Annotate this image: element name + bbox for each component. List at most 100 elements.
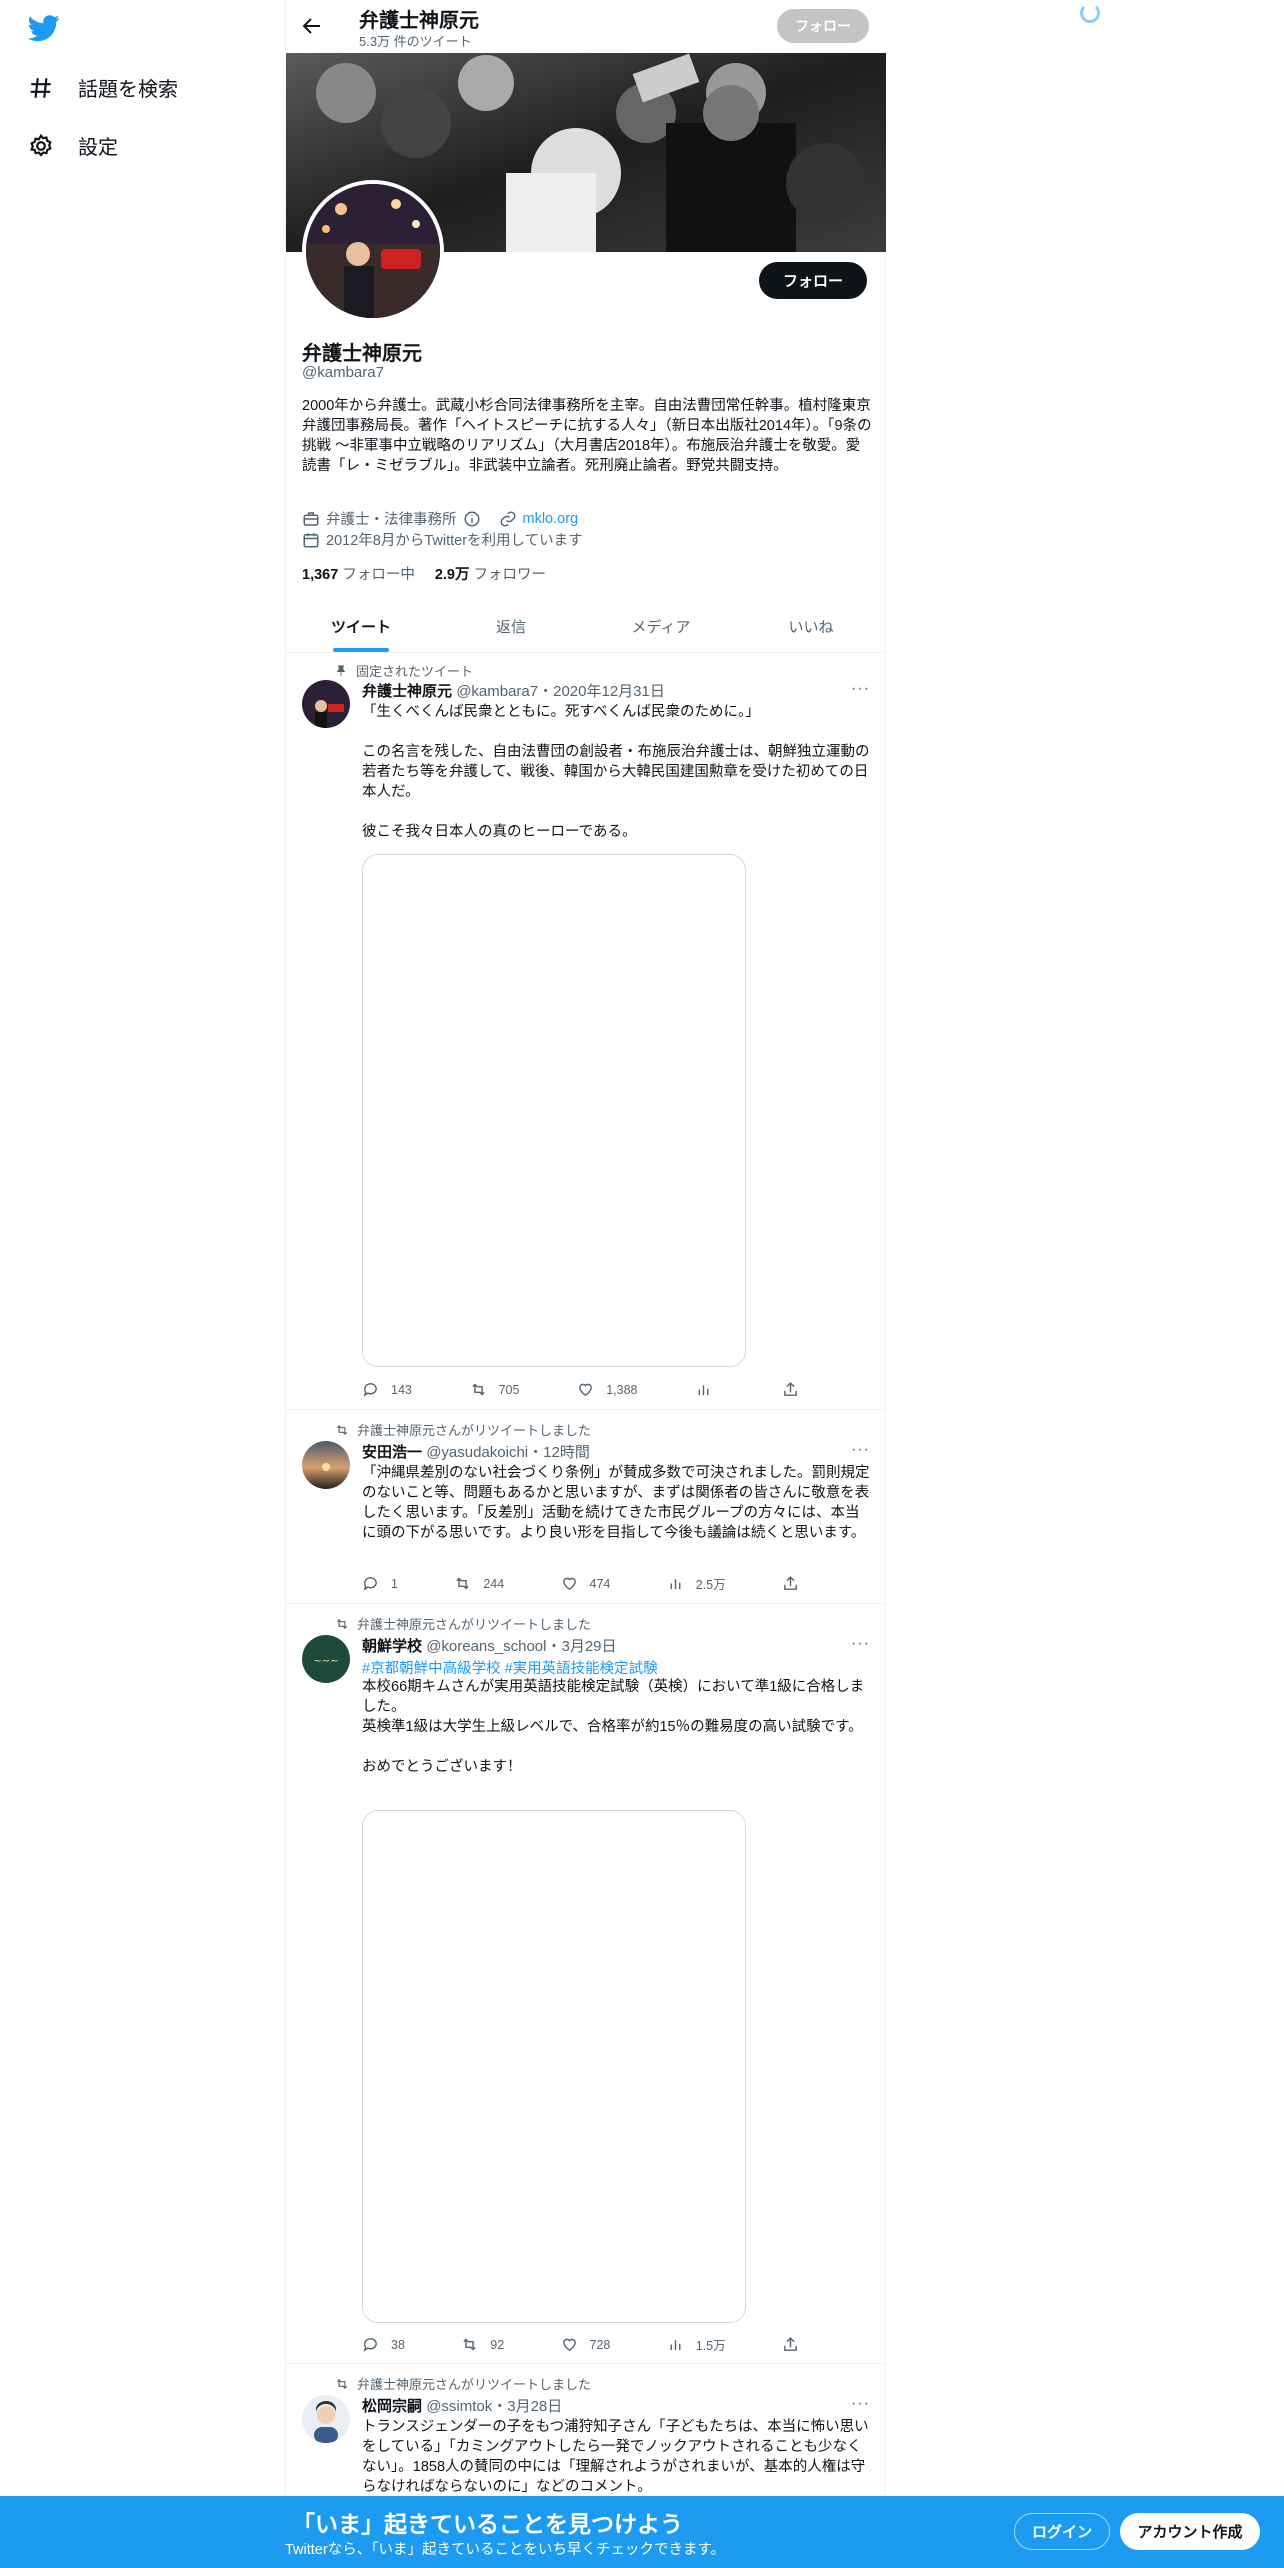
tweet-more-icon[interactable]: ··· [851, 680, 870, 698]
tweet-author-name[interactable]: 松岡宗嗣 [362, 2398, 422, 2415]
views-button[interactable] [695, 1381, 724, 1398]
retweet-small-icon [336, 1424, 348, 1435]
heart-icon [562, 2338, 576, 2352]
like-count: 474 [589, 1576, 611, 1591]
tab-tweets[interactable]: ツイート [286, 600, 436, 652]
tweet-avatar[interactable] [302, 2395, 350, 2443]
like-button[interactable]: 474 [561, 1574, 611, 1593]
svg-text:~~~: ~~~ [313, 1656, 338, 1667]
login-button[interactable]: ログイン [1014, 2513, 1110, 2550]
tweet-author-meta[interactable]: @yasudakoichi・12時間 [426, 1444, 590, 1461]
tweet-actions: 38 92 728 1.5万 [362, 2335, 802, 2354]
follow-button[interactable]: フォロー [759, 262, 867, 299]
retweet-context-label: 弁護士神原元さんがリツイートしました [357, 1423, 592, 1438]
tweet-more-icon[interactable]: ··· [851, 1635, 870, 1653]
tab-media[interactable]: メディア [586, 600, 736, 652]
retweet-button[interactable]: 705 [470, 1381, 519, 1398]
tweet-avatar[interactable] [302, 1441, 350, 1489]
like-count: 728 [589, 2337, 611, 2352]
followers-stat[interactable]: 2.9万 フォロワー [435, 563, 546, 584]
retweet-button[interactable]: 92 [461, 2335, 504, 2354]
profile-tabs: ツイート 返信 メディア いいね [286, 600, 886, 653]
following-count: 1,367 [302, 567, 339, 583]
profile-avatar[interactable] [302, 180, 444, 322]
profile-header-bar: 弁護士神原元 5.3万 件のツイート フォロー [286, 0, 886, 53]
like-button[interactable]: 728 [561, 2335, 611, 2354]
following-label: フォロー中 [342, 567, 415, 583]
share-button[interactable] [782, 2335, 802, 2354]
heart-icon [579, 1383, 593, 1397]
reply-count: 1 [391, 1576, 398, 1591]
tweet-author-name[interactable]: 弁護士神原元 [362, 683, 452, 700]
share-icon [784, 1382, 797, 1396]
tweet-actions: 1 244 474 2.5万 [362, 1574, 802, 1593]
retweet-icon [471, 1383, 485, 1396]
back-arrow-icon[interactable] [300, 14, 324, 38]
pinned-label: 固定されたツイート [356, 664, 474, 679]
views-button[interactable]: 2.5万 [667, 1574, 726, 1593]
tweet-author-name[interactable]: 安田浩一 [362, 1444, 422, 1461]
tweet-avatar[interactable] [302, 680, 350, 728]
profile-stats: 1,367 フォロー中 2.9万 フォロワー [302, 563, 546, 584]
tweet-author-meta[interactable]: @ssimtok・3月28日 [426, 2398, 562, 2415]
profile-bio: 2000年から弁護士。武蔵小杉合同法律事務所を主宰。自由法曹団常任幹事。植村隆東… [302, 398, 872, 474]
profile-website-link[interactable]: mklo.org [523, 511, 579, 527]
tweet-text: トランスジェンダーの子をもつ浦狩知子さん「子どもたちは、本当に怖い思いをしている… [362, 2419, 869, 2495]
tab-likes[interactable]: いいね [736, 600, 886, 652]
views-count: 2.5万 [695, 1578, 726, 1592]
retweet-indicator: 弁護士神原元さんがリツイートしました [335, 1420, 591, 1439]
tweet-avatar-photo: ~~~ [302, 1635, 350, 1683]
heart-icon [562, 1577, 576, 1591]
tweet-header: 弁護士神原元 @kambara7・2020年12月31日 [362, 680, 665, 701]
nav-explore[interactable]: 話題を検索 [28, 73, 178, 102]
reply-icon [363, 1577, 377, 1591]
tweet-hashtags[interactable]: #京都朝鮮中高級学校 #実用英語技能検定試験 [362, 1657, 658, 1678]
tweet-pinned[interactable]: 固定されたツイート 弁護士神原元 @kambara7・2020年12月31日 ·… [286, 653, 886, 1410]
pinned-indicator: 固定されたツイート [334, 661, 473, 680]
tweet-text: 「生くべくんば民衆とともに。死すべくんば民衆のために。」 この名言を残した、自由… [362, 704, 870, 840]
header-title: 弁護士神原元 [359, 10, 479, 32]
profile-joined-date: 2012年8月からTwitterを利用しています [326, 533, 583, 549]
following-stat[interactable]: 1,367 フォロー中 [302, 563, 415, 584]
followers-label: フォロワー [473, 567, 547, 583]
tweet-media[interactable] [362, 1810, 746, 2323]
signup-banner: 「いま」起きていることを見つけよう Twitterなら、「いま」起きていることを… [0, 2496, 1284, 2568]
analytics-icon [670, 2340, 681, 2351]
reply-button[interactable]: 1 [362, 1574, 398, 1593]
tweet-author-meta[interactable]: @kambara7・2020年12月31日 [456, 683, 665, 700]
tweet-author-name[interactable]: 朝鮮学校 [362, 1638, 422, 1655]
info-icon[interactable] [463, 510, 481, 528]
tweet-more-icon[interactable]: ··· [851, 1441, 870, 1459]
profile-handle: @kambara7 [302, 364, 384, 381]
tweet-header: 松岡宗嗣 @ssimtok・3月28日 [362, 2395, 562, 2416]
tweet-avatar-photo [302, 2395, 350, 2443]
tweet-retweet-yasuda[interactable]: 弁護士神原元さんがリツイートしました 安田浩一 @yasudakoichi・12… [286, 1410, 886, 1604]
tweet-more-icon[interactable]: ··· [851, 2395, 870, 2413]
nav-settings[interactable]: 設定 [28, 131, 118, 160]
profile-joined-row: 2012年8月からTwitterを利用しています [302, 529, 583, 550]
tweet-retweet-koreans-school[interactable]: 弁護士神原元さんがリツイートしました ~~~ 朝鮮学校 @koreans_sch… [286, 1604, 886, 2364]
retweet-icon [456, 1577, 469, 1590]
retweet-context-label: 弁護士神原元さんがリツイートしました [357, 1617, 592, 1632]
share-button[interactable] [782, 1574, 802, 1593]
tweet-media[interactable] [362, 854, 746, 1367]
share-button[interactable] [782, 1381, 802, 1398]
reply-count: 143 [391, 1382, 412, 1397]
like-button[interactable]: 1,388 [577, 1381, 638, 1398]
create-account-button[interactable]: アカウント作成 [1120, 2513, 1260, 2550]
retweet-count: 244 [483, 1576, 505, 1591]
header-follow-button[interactable]: フォロー [777, 9, 869, 43]
tab-replies[interactable]: 返信 [436, 600, 586, 652]
reply-button[interactable]: 143 [362, 1381, 412, 1398]
retweet-indicator: 弁護士神原元さんがリツイートしました [335, 2374, 591, 2393]
retweet-button[interactable]: 244 [454, 1574, 504, 1593]
views-button[interactable]: 1.5万 [667, 2335, 726, 2354]
reply-button[interactable]: 38 [362, 2335, 405, 2354]
profile-category: 弁護士・法律事務所 [326, 512, 457, 528]
tweet-author-meta[interactable]: @koreans_school・3月29日 [426, 1638, 616, 1655]
tweet-avatar[interactable]: ~~~ [302, 1635, 350, 1683]
nav-settings-label: 設定 [78, 137, 118, 159]
twitter-logo-icon[interactable] [26, 12, 62, 44]
calendar-icon [303, 532, 319, 547]
profile-column: 弁護士神原元 5.3万 件のツイート フォロー フォロー 弁護士神原元 @kam… [285, 0, 886, 2568]
